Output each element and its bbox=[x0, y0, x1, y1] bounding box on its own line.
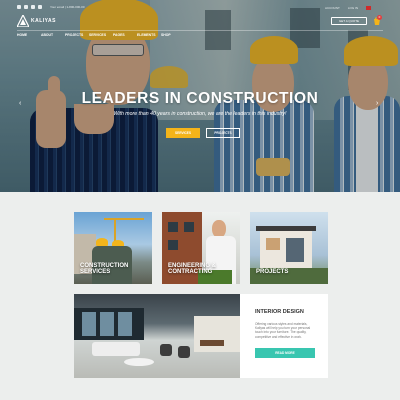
read-more-button[interactable]: READ MORE bbox=[255, 348, 315, 358]
nav-item-services[interactable]: SERVICES bbox=[89, 33, 113, 37]
card-projects[interactable]: PROJECTS bbox=[250, 212, 328, 284]
logo-text[interactable]: KALIYAS bbox=[31, 18, 56, 24]
header: Your email | 1-800-000-00 ACCOUNT LOG IN… bbox=[0, 0, 400, 37]
account-link[interactable]: ACCOUNT bbox=[325, 6, 340, 10]
hero-subtitle: With more than 40 years in construction,… bbox=[113, 111, 287, 117]
get-quote-button[interactable]: GET A QUOTE bbox=[331, 17, 367, 25]
contact-info: Your email | 1-800-000-00 bbox=[50, 5, 85, 9]
language-flag-icon[interactable] bbox=[366, 6, 371, 10]
instagram-icon[interactable] bbox=[31, 5, 35, 9]
login-link[interactable]: LOG IN bbox=[348, 6, 358, 10]
interior-title: INTERIOR DESIGN bbox=[255, 309, 304, 315]
nav-divider bbox=[17, 30, 383, 31]
interior-text: Offering various styles and materials, K… bbox=[255, 322, 311, 339]
nav-item-elements[interactable]: ELEMENTS bbox=[137, 33, 161, 37]
nav-item-shop[interactable]: SHOP bbox=[161, 33, 185, 37]
nav-item-home[interactable]: HOME bbox=[17, 33, 41, 37]
services-button[interactable]: SERVICES bbox=[166, 128, 200, 138]
card-label: CONSTRUCTION SERVICES bbox=[80, 263, 129, 275]
cart-count-badge: 0 bbox=[377, 15, 382, 20]
twitter-icon[interactable] bbox=[24, 5, 28, 9]
logo-icon[interactable] bbox=[17, 15, 29, 27]
main-nav: HOME ABOUT PROJECTS SERVICES PAGES ELEME… bbox=[17, 33, 185, 37]
linkedin-icon[interactable] bbox=[38, 5, 42, 9]
hero-title: LEADERS IN CONSTRUCTION bbox=[81, 90, 319, 107]
interior-design-panel: INTERIOR DESIGN Offering various styles … bbox=[240, 294, 328, 378]
facebook-icon[interactable] bbox=[17, 5, 21, 9]
social-links bbox=[17, 5, 42, 9]
projects-button[interactable]: PROJECTS bbox=[206, 128, 240, 138]
nav-item-projects[interactable]: PROJECTS bbox=[65, 33, 89, 37]
card-label: ENGINEERING & CONTRACTING bbox=[168, 263, 217, 275]
top-links: ACCOUNT LOG IN bbox=[325, 6, 358, 10]
interior-image bbox=[74, 294, 240, 378]
nav-item-pages[interactable]: PAGES bbox=[113, 33, 137, 37]
card-label: PROJECTS bbox=[256, 269, 289, 275]
card-engineering-contracting[interactable]: ENGINEERING & CONTRACTING bbox=[162, 212, 240, 284]
card-construction-services[interactable]: CONSTRUCTION SERVICES bbox=[74, 212, 152, 284]
nav-item-about[interactable]: ABOUT bbox=[41, 33, 65, 37]
